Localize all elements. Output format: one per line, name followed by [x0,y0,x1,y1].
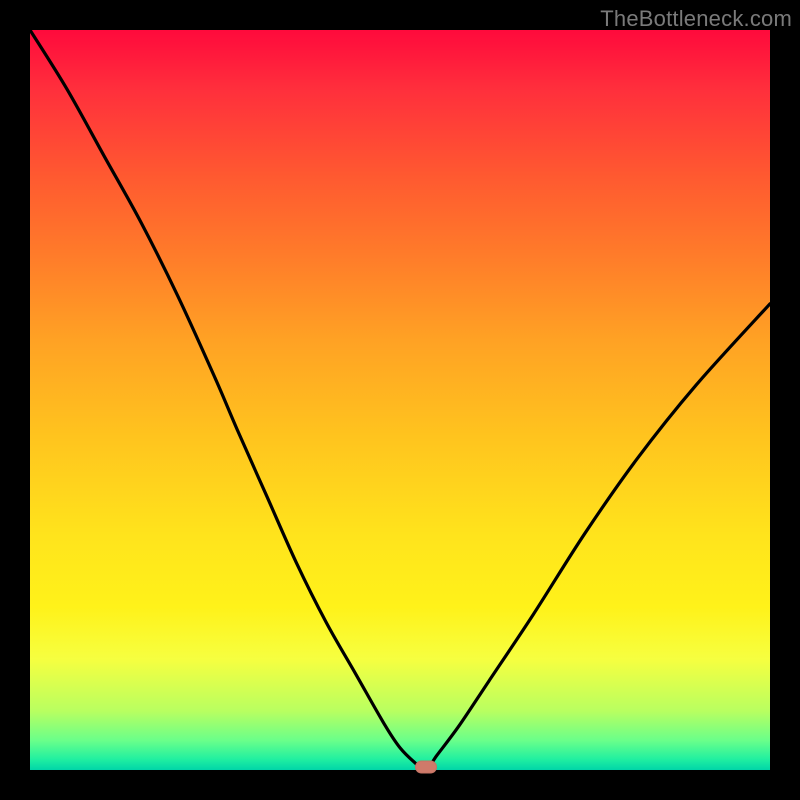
bottleneck-curve [30,30,770,770]
plot-area [30,30,770,770]
chart-frame: TheBottleneck.com [0,0,800,800]
watermark-text: TheBottleneck.com [600,6,792,32]
optimal-marker [415,761,437,774]
